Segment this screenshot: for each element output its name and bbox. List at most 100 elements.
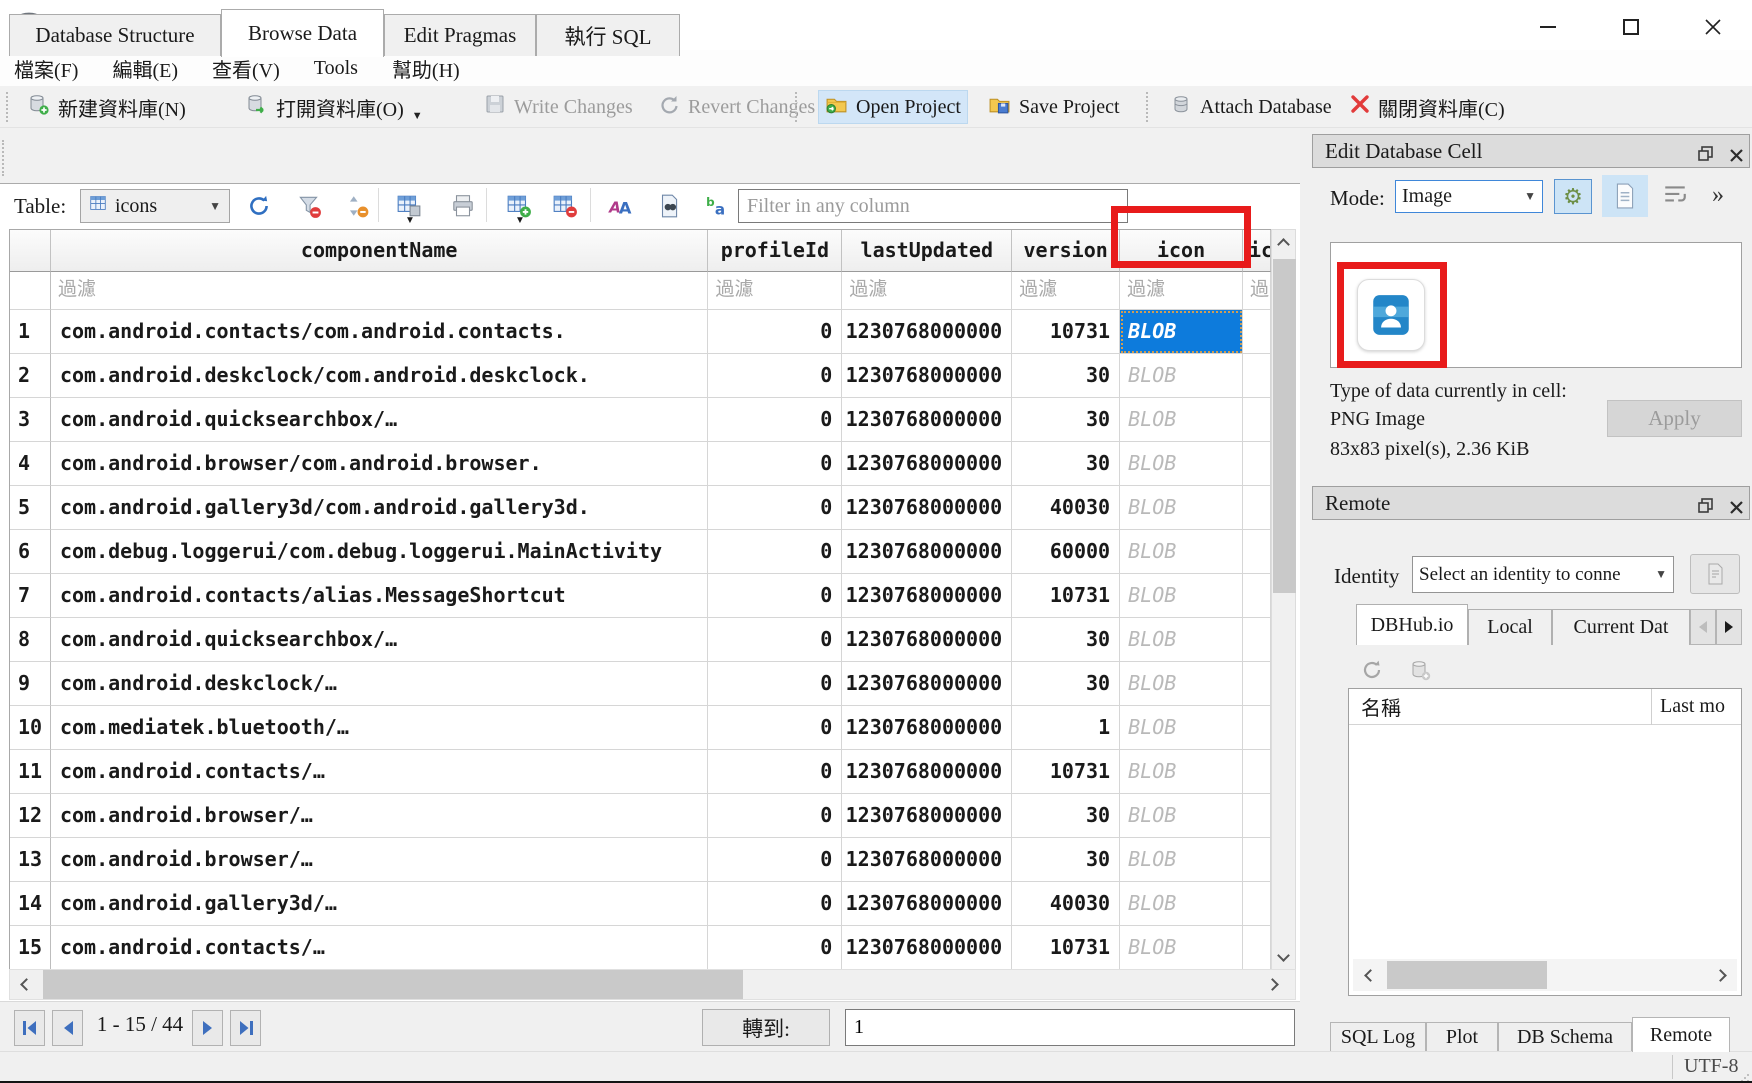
cell-lastUpdated[interactable]: 1230768000000 [842, 398, 1012, 442]
table-select[interactable]: icons ▼ [80, 189, 230, 223]
cell-componentName[interactable]: com.android.quicksearchbox/… [51, 398, 708, 442]
cell-icon[interactable]: BLOB [1120, 310, 1243, 354]
table-row[interactable]: 1 com.android.contacts/com.android.conta… [10, 310, 1271, 354]
cell-version[interactable]: 1 [1012, 706, 1120, 750]
cell-lastUpdated[interactable]: 1230768000000 [842, 530, 1012, 574]
save-project-button[interactable]: Save Project [982, 90, 1126, 124]
cell-partial[interactable] [1243, 794, 1271, 838]
table-row[interactable]: 7 com.android.contacts/alias.MessageShor… [10, 574, 1271, 618]
close-database-button[interactable]: 關閉資料庫(C) [1344, 90, 1511, 124]
text-document-button[interactable] [1602, 175, 1648, 217]
insert-record-button[interactable]: ▼ [502, 189, 536, 223]
cell-version[interactable]: 10731 [1012, 926, 1120, 970]
manage-identities-button[interactable] [1690, 554, 1740, 594]
cell-icon[interactable]: BLOB [1120, 838, 1243, 882]
panel-splitter[interactable] [1300, 128, 1310, 1051]
cell-componentName[interactable]: com.android.browser/com.android.browser. [51, 442, 708, 486]
row-number[interactable]: 4 [10, 442, 51, 486]
font-settings-button[interactable]: AA [604, 189, 638, 223]
cell-profileId[interactable]: 0 [708, 926, 842, 970]
cell-partial[interactable] [1243, 662, 1271, 706]
cell-profileId[interactable]: 0 [708, 398, 842, 442]
table-row[interactable]: 12 com.android.browser/… 0 1230768000000… [10, 794, 1271, 838]
remote-database-list[interactable]: 名稱 Last mo [1348, 688, 1742, 996]
cell-lastUpdated[interactable]: 1230768000000 [842, 838, 1012, 882]
goto-record-input[interactable] [845, 1009, 1295, 1046]
cell-componentName[interactable]: com.android.gallery3d/… [51, 882, 708, 926]
cell-icon[interactable]: BLOB [1120, 442, 1243, 486]
cell-componentName[interactable]: com.android.deskclock/… [51, 662, 708, 706]
cell-icon[interactable]: BLOB [1120, 662, 1243, 706]
open-database-dropdown-arrow[interactable]: ▼ [412, 110, 423, 122]
menu-help[interactable]: 幫助(H) [392, 54, 460, 83]
remote-tab-dbhub[interactable]: DBHub.io [1356, 604, 1468, 645]
cell-componentName[interactable]: com.android.gallery3d/com.android.galler… [51, 486, 708, 530]
cell-profileId[interactable]: 0 [708, 882, 842, 926]
list-header-last-modified[interactable]: Last mo [1652, 695, 1725, 718]
cell-version[interactable]: 60000 [1012, 530, 1120, 574]
grid-horizontal-scrollbar[interactable] [9, 969, 1296, 1000]
tab-scroll-left-button[interactable] [1690, 609, 1716, 645]
cell-profileId[interactable]: 0 [708, 750, 842, 794]
table-row[interactable]: 6 com.debug.loggerui/com.debug.loggerui.… [10, 530, 1271, 574]
edit-cell-dock-titlebar[interactable]: Edit Database Cell [1312, 134, 1750, 168]
remote-list-horizontal-scrollbar[interactable] [1353, 959, 1737, 991]
menu-view[interactable]: 查看(V) [212, 54, 280, 83]
dock-tab-db-schema[interactable]: DB Schema [1498, 1022, 1632, 1052]
scroll-left-button[interactable] [10, 970, 42, 999]
word-wrap-button[interactable] [1662, 182, 1688, 213]
condensed-font-button[interactable]: ba [700, 189, 734, 223]
table-row[interactable]: 5 com.android.gallery3d/com.android.gall… [10, 486, 1271, 530]
cell-profileId[interactable]: 0 [708, 530, 842, 574]
scroll-right-button[interactable] [1256, 970, 1288, 999]
cell-componentName[interactable]: com.android.contacts/… [51, 926, 708, 970]
filter-lastUpdated[interactable]: 過濾 [842, 272, 1012, 310]
cell-lastUpdated[interactable]: 1230768000000 [842, 882, 1012, 926]
horizontal-scrollbar-thumb[interactable] [43, 970, 743, 999]
scroll-down-button[interactable] [1272, 941, 1295, 969]
remote-dock-titlebar[interactable]: Remote [1312, 486, 1750, 520]
row-number[interactable]: 15 [10, 926, 51, 970]
tab-scroll-right-button[interactable] [1716, 609, 1742, 645]
row-number[interactable]: 6 [10, 530, 51, 574]
toolbar-overflow-button[interactable]: » [1712, 182, 1724, 209]
cell-partial[interactable] [1243, 750, 1271, 794]
goto-button[interactable]: 轉到: [702, 1009, 830, 1046]
cell-componentName[interactable]: com.debug.loggerui/com.debug.loggerui.Ma… [51, 530, 708, 574]
menu-file[interactable]: 檔案(F) [14, 54, 78, 83]
vertical-scrollbar-thumb[interactable] [1273, 259, 1296, 593]
table-row[interactable]: 15 com.android.contacts/… 0 123076800000… [10, 926, 1271, 970]
cell-partial[interactable] [1243, 926, 1271, 970]
cell-componentName[interactable]: com.android.deskclock/com.android.deskcl… [51, 354, 708, 398]
column-header-profileId[interactable]: profileId [708, 230, 842, 272]
cell-partial[interactable] [1243, 486, 1271, 530]
filter-partial[interactable]: 過濾 [1243, 272, 1271, 310]
menu-tools[interactable]: Tools [314, 57, 358, 80]
cell-partial[interactable] [1243, 354, 1271, 398]
close-panel-icon[interactable] [1729, 496, 1744, 521]
cell-icon[interactable]: BLOB [1120, 882, 1243, 926]
cell-lastUpdated[interactable]: 1230768000000 [842, 486, 1012, 530]
filter-version[interactable]: 過濾 [1012, 272, 1120, 310]
float-panel-icon[interactable] [1697, 495, 1714, 520]
cell-partial[interactable] [1243, 442, 1271, 486]
row-number[interactable]: 8 [10, 618, 51, 662]
cell-version[interactable]: 30 [1012, 662, 1120, 706]
cell-componentName[interactable]: com.android.browser/… [51, 794, 708, 838]
cell-version[interactable]: 40030 [1012, 486, 1120, 530]
cell-componentName[interactable]: com.android.contacts/alias.MessageShortc… [51, 574, 708, 618]
scroll-up-button[interactable] [1272, 230, 1295, 258]
cell-componentName[interactable]: com.android.quicksearchbox/… [51, 618, 708, 662]
identity-select[interactable]: Select an identity to conne ▼ [1412, 556, 1674, 593]
cell-lastUpdated[interactable]: 1230768000000 [842, 442, 1012, 486]
minimize-button[interactable] [1533, 14, 1563, 40]
remote-tab-local[interactable]: Local [1468, 609, 1552, 645]
attach-database-button[interactable]: Attach Database [1164, 90, 1338, 124]
cell-lastUpdated[interactable]: 1230768000000 [842, 750, 1012, 794]
new-database-button[interactable]: 新建資料庫(N) [20, 90, 192, 124]
table-row[interactable]: 13 com.android.browser/… 0 1230768000000… [10, 838, 1271, 882]
dock-tab-remote[interactable]: Remote [1632, 1017, 1730, 1052]
row-number[interactable]: 7 [10, 574, 51, 618]
filter-icon[interactable]: 過濾 [1120, 272, 1243, 310]
cell-lastUpdated[interactable]: 1230768000000 [842, 354, 1012, 398]
